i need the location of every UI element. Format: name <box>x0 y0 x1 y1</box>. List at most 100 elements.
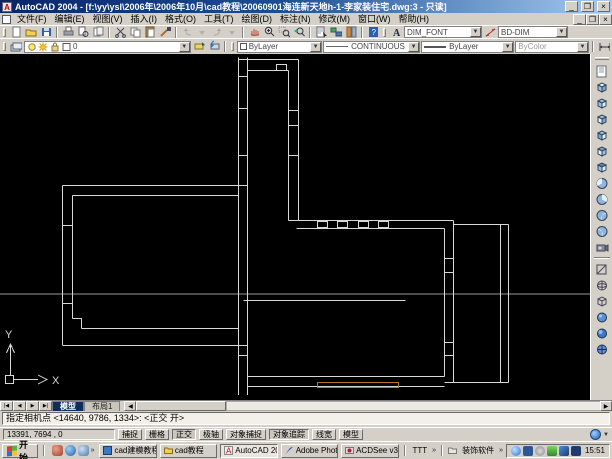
zoom-window-icon[interactable] <box>277 26 291 38</box>
menu-modify[interactable]: 修改(M) <box>315 13 355 25</box>
task-photoshop[interactable]: Adobe Photo... <box>281 444 338 458</box>
minimize-button[interactable]: _ <box>565 1 578 12</box>
menu-window[interactable]: 窗口(W) <box>354 13 395 25</box>
right-view-icon[interactable] <box>593 127 611 143</box>
zoom-previous-icon[interactable] <box>292 26 306 38</box>
chevron-down-icon[interactable]: ▼ <box>502 42 513 52</box>
bottom-view-icon[interactable] <box>593 95 611 111</box>
3d-wireframe-icon[interactable] <box>593 277 611 293</box>
menu-edit[interactable]: 编辑(E) <box>51 13 89 25</box>
se-isometric-icon[interactable] <box>593 191 611 207</box>
tray-icon-1[interactable] <box>511 446 521 456</box>
status-menu-arrow-icon[interactable]: ▼ <box>603 432 609 438</box>
save-icon[interactable] <box>39 26 53 38</box>
language-bar-overflow-icon[interactable]: » <box>432 447 436 454</box>
close-button[interactable]: × <box>597 1 610 12</box>
chevron-down-icon[interactable]: ▼ <box>408 42 419 52</box>
chevron-down-icon[interactable]: ▼ <box>470 27 481 37</box>
cut-icon[interactable] <box>113 26 127 38</box>
model-paper-toggle[interactable]: 模型 <box>339 429 363 440</box>
make-object-layer-current-icon[interactable] <box>192 41 206 53</box>
chevron-down-icon[interactable]: ▼ <box>556 27 567 37</box>
start-button[interactable]: 开始 <box>2 444 38 458</box>
toolbar-grip[interactable] <box>595 57 609 60</box>
tray-icon-4[interactable] <box>547 446 557 456</box>
linetype-combo[interactable]: CONTINUOUS ▼ <box>323 41 420 53</box>
named-views-icon[interactable] <box>593 63 611 79</box>
quick-launch-icon-1[interactable] <box>52 445 63 456</box>
toolbar-grip[interactable] <box>3 42 6 51</box>
osnap-toggle[interactable]: 对象捕捉 <box>226 429 266 440</box>
redo-icon[interactable] <box>210 26 224 38</box>
quick-launch-overflow-icon[interactable]: » <box>91 447 95 454</box>
language-bar[interactable]: TTT <box>411 446 430 455</box>
task-cad-modeling[interactable]: cad建模教程.. <box>99 444 156 458</box>
text-style-icon[interactable]: A <box>389 26 403 38</box>
match-properties-icon[interactable] <box>158 26 172 38</box>
scroll-left-icon[interactable]: ◀ <box>124 401 136 411</box>
properties-icon[interactable] <box>314 26 328 38</box>
doc-minimize-button[interactable]: _ <box>573 14 586 25</box>
menu-tools[interactable]: 工具(T) <box>200 13 238 25</box>
tab-layout1[interactable]: 布局1 <box>84 401 120 411</box>
polar-toggle[interactable]: 极轴 <box>199 429 223 440</box>
snap-toggle[interactable]: 捕捉 <box>118 429 142 440</box>
tab-first-button[interactable]: |◀ <box>0 401 13 411</box>
deco-software-toolbar[interactable]: 装饰软件 <box>460 445 496 456</box>
chevron-down-icon[interactable]: ▼ <box>179 42 190 52</box>
menu-dimension[interactable]: 标注(N) <box>276 13 315 25</box>
back-view-icon[interactable] <box>593 159 611 175</box>
toolbar-grip[interactable] <box>231 42 234 51</box>
chevron-down-icon[interactable]: ▼ <box>577 42 588 52</box>
top-view-icon[interactable] <box>593 79 611 95</box>
undo-dropdown-icon[interactable] <box>195 26 209 38</box>
menu-help[interactable]: 帮助(H) <box>395 13 434 25</box>
task-autocad[interactable]: A AutoCAD 200... <box>220 444 277 458</box>
paste-icon[interactable] <box>143 26 157 38</box>
flat-shaded-edges-icon[interactable] <box>593 341 611 357</box>
tab-next-button[interactable]: ▶ <box>26 401 39 411</box>
left-view-icon[interactable] <box>593 111 611 127</box>
tray-icon-3[interactable] <box>535 446 545 456</box>
copy-icon[interactable] <box>128 26 142 38</box>
command-line-input[interactable]: 指定相机点 <14640, 9786, 1334>: <正交 开> <box>2 412 610 425</box>
tray-icon-5[interactable] <box>559 446 569 456</box>
flat-shaded-icon[interactable] <box>593 309 611 325</box>
chevron-down-icon[interactable]: ▼ <box>310 42 321 52</box>
grid-toggle[interactable]: 栅格 <box>145 429 169 440</box>
menu-format[interactable]: 格式(O) <box>161 13 200 25</box>
ortho-toggle[interactable]: 正交 <box>172 429 196 440</box>
quick-launch-icon-3[interactable] <box>78 445 89 456</box>
tab-prev-button[interactable]: ◀ <box>13 401 26 411</box>
plot-icon[interactable] <box>61 26 75 38</box>
layer-combo[interactable]: 0 ▼ <box>24 41 191 53</box>
menu-view[interactable]: 视图(V) <box>89 13 127 25</box>
undo-icon[interactable] <box>180 26 194 38</box>
new-icon[interactable] <box>9 26 23 38</box>
scrollbar-thumb[interactable] <box>136 401 226 411</box>
layer-previous-icon[interactable] <box>207 41 221 53</box>
sw-isometric-icon[interactable] <box>593 175 611 191</box>
doc-close-button[interactable]: × <box>599 14 612 25</box>
task-acdsee[interactable]: ACDSee v3.1... <box>341 444 398 458</box>
front-view-icon[interactable] <box>593 143 611 159</box>
otrack-toggle[interactable]: 对象追踪 <box>269 429 309 440</box>
dim-toolbar-icon[interactable] <box>597 41 611 53</box>
tray-icon-6[interactable] <box>571 446 581 456</box>
doc-restore-button[interactable]: ❐ <box>586 14 599 25</box>
menu-draw[interactable]: 绘图(D) <box>238 13 277 25</box>
plot-preview-icon[interactable] <box>76 26 90 38</box>
scrollbar-track[interactable] <box>226 401 600 411</box>
task-cad-folder[interactable]: cad教程 <box>160 444 217 458</box>
help-icon[interactable]: ? <box>366 26 380 38</box>
communication-center-icon[interactable] <box>590 429 601 440</box>
camera-icon[interactable] <box>593 239 611 255</box>
tray-icon-2[interactable] <box>523 446 533 456</box>
menu-file[interactable]: 文件(F) <box>13 13 51 25</box>
dim-style-combo[interactable]: BD-DIM ▼ <box>498 26 568 38</box>
quick-launch-ie-icon[interactable] <box>65 445 76 456</box>
menu-insert[interactable]: 插入(I) <box>127 13 162 25</box>
lineweight-toggle[interactable]: 线宽 <box>312 429 336 440</box>
pan-realtime-icon[interactable] <box>247 26 261 38</box>
document-icon[interactable] <box>2 15 11 24</box>
